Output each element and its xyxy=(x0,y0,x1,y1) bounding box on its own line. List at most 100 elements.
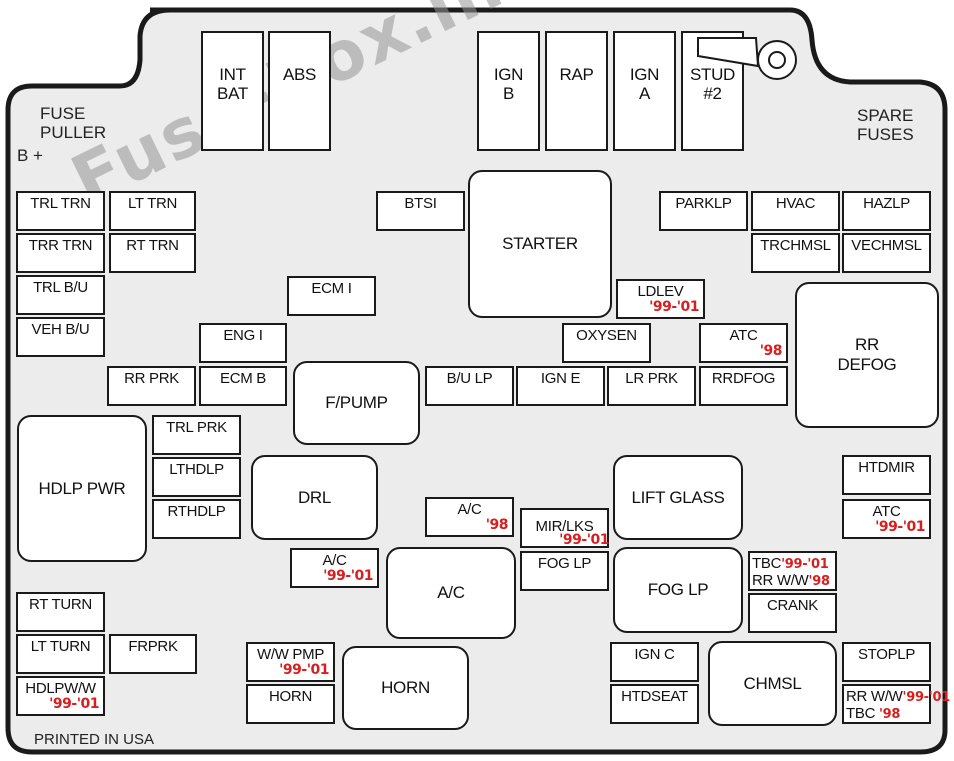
fuse-parklp[interactable]: PARKLP xyxy=(659,191,748,231)
fuse-label: RT TRN xyxy=(126,237,179,254)
fuse-frprk[interactable]: FRPRK xyxy=(109,634,197,674)
fuse-crank[interactable]: CRANK xyxy=(748,593,837,633)
fuse-atc-98[interactable]: ATC '98 xyxy=(699,323,788,363)
fuse-label: TRL PRK xyxy=(166,419,227,436)
fuse-htdseat[interactable]: HTDSEAT xyxy=(610,684,699,724)
fuse-vechmsl[interactable]: VECHMSL xyxy=(842,233,931,273)
fuse-label: IGN A xyxy=(629,65,660,103)
year-note: '98 xyxy=(485,517,509,533)
fuse-label: BTSI xyxy=(404,195,437,212)
maxi-fuse-ign-b[interactable]: IGN B xyxy=(477,31,540,151)
fuse-hazlp[interactable]: HAZLP xyxy=(842,191,931,231)
fuse-label: LTHDLP xyxy=(169,461,224,478)
fuse-label: STOPLP xyxy=(857,646,916,663)
fuse-label: ABS xyxy=(282,65,317,84)
fuse-rthdlp[interactable]: RTHDLP xyxy=(152,499,241,539)
fuse-label: LR PRK xyxy=(625,370,678,387)
fuse-trl-b-u[interactable]: TRL B/U xyxy=(16,275,105,315)
fuse-label: RR PRK xyxy=(124,370,179,387)
fuse-label: HTDSEAT xyxy=(621,688,688,705)
fuse-rt-trn[interactable]: RT TRN xyxy=(109,233,196,273)
fuse-rr-w-w-tbc[interactable]: RR W/W'99-'01 TBC '98 xyxy=(842,684,950,724)
fuse-label: PARKLP xyxy=(675,195,732,212)
fuse-label: TRL TRN xyxy=(30,195,91,212)
fuse-stoplp[interactable]: STOPLP xyxy=(842,642,931,682)
fuse-lthdlp[interactable]: LTHDLP xyxy=(152,457,241,497)
fuse-a-c-99-01[interactable]: A/C '99-'01 xyxy=(290,548,379,588)
relay-fog-lp[interactable]: FOG LP xyxy=(613,547,743,633)
fuse-label: RRDFOG xyxy=(711,370,776,387)
relay-label: HORN xyxy=(381,678,430,697)
fuse-label: STUD #2 xyxy=(689,65,736,103)
fuse-horn[interactable]: HORN xyxy=(246,684,335,724)
fuse-label: ECM I xyxy=(311,280,352,297)
fuse-a-c-98[interactable]: A/C '98 xyxy=(425,497,514,537)
fuse-ecm-b[interactable]: ECM B xyxy=(199,366,287,406)
relay-label: CHMSL xyxy=(743,673,802,693)
fuse-hdlpw-w[interactable]: HDLPW/W '99-'01 xyxy=(16,676,105,716)
maxi-fuse-ign-a[interactable]: IGN A xyxy=(613,31,676,151)
fuse-lr-prk[interactable]: LR PRK xyxy=(607,366,696,406)
fuse-label: B/U LP xyxy=(446,370,493,387)
fuse-trl-prk[interactable]: TRL PRK xyxy=(152,415,241,455)
fuse-ecm-i[interactable]: ECM I xyxy=(287,276,376,316)
fuse-rrdfog[interactable]: RRDFOG xyxy=(699,366,788,406)
maxi-fuse-abs[interactable]: ABS xyxy=(268,31,331,151)
fuse-lt-turn[interactable]: LT TURN xyxy=(16,634,105,674)
fuse-box-diagram: Fuse-Box.inFo FUSE PULLER B + SPARE FUSE… xyxy=(0,0,954,761)
maxi-fuse-rap[interactable]: RAP xyxy=(545,31,608,151)
fuse-trr-trn[interactable]: TRR TRN xyxy=(16,233,105,273)
fuse-btsi[interactable]: BTSI xyxy=(376,191,465,231)
fuse-htdmir[interactable]: HTDMIR xyxy=(842,455,931,495)
relay-label: LIFT GLASS xyxy=(631,487,725,507)
fuse-label: RT TURN xyxy=(29,596,92,613)
fuse-trchmsl[interactable]: TRCHMSL xyxy=(751,233,840,273)
fuse-eng-i[interactable]: ENG I xyxy=(199,323,287,363)
relay-horn[interactable]: HORN xyxy=(342,646,469,730)
fuse-ign-c[interactable]: IGN C xyxy=(610,642,699,682)
fuse-w-w-pmp[interactable]: W/W PMP '99-'01 xyxy=(246,642,335,682)
year-note: '99-'01 xyxy=(49,696,99,712)
relay-chmsl[interactable]: CHMSL xyxy=(708,641,837,726)
b-plus-label: B + xyxy=(17,146,43,165)
maxi-fuse-int-bat[interactable]: INT BAT xyxy=(201,31,264,151)
fuse-tbc-rr-w-w[interactable]: TBC'99-'01 RR W/W'98 xyxy=(748,551,837,591)
fuse-rt-turn[interactable]: RT TURN xyxy=(16,592,105,632)
fuse-label: ENG I xyxy=(223,327,263,344)
fuse-veh-b-u[interactable]: VEH B/U xyxy=(16,317,105,357)
relay-rr-defog[interactable]: RR DEFOG xyxy=(795,282,939,428)
fuse-label: ATC xyxy=(729,327,758,344)
fuse-label: FOG LP xyxy=(537,555,592,572)
fuse-fog-lp[interactable]: FOG LP xyxy=(520,551,609,591)
fuse-ign-e[interactable]: IGN E xyxy=(516,366,605,406)
relay-starter[interactable]: STARTER xyxy=(468,170,612,318)
relay-label: A/C xyxy=(437,583,465,602)
relay-label: HDLP PWR xyxy=(38,478,126,498)
relay-a-c[interactable]: A/C xyxy=(386,547,516,639)
fuse-atc-99-01[interactable]: ATC '99-'01 xyxy=(842,499,931,539)
fuse-b-u-lp[interactable]: B/U LP xyxy=(425,366,514,406)
fuse-label: TRCHMSL xyxy=(760,237,831,254)
fuse-label: A/C xyxy=(457,501,482,518)
fuse-label: RR W/W xyxy=(846,688,903,705)
fuse-trl-trn[interactable]: TRL TRN xyxy=(16,191,105,231)
year-note: '99-'01 xyxy=(902,690,951,705)
fuse-label: CRANK xyxy=(766,597,818,614)
fuse-label: A/C xyxy=(322,552,347,569)
fuse-label: VECHMSL xyxy=(851,237,922,254)
fuse-oxysen[interactable]: OXYSEN xyxy=(562,323,651,363)
fuse-label: IGN C xyxy=(634,646,675,663)
fuse-lt-trn[interactable]: LT TRN xyxy=(109,191,196,231)
relay-hdlp-pwr[interactable]: HDLP PWR xyxy=(17,415,147,562)
fuse-mir-lks[interactable]: MIR/LKS '99-'01 xyxy=(520,508,609,548)
fuse-hvac[interactable]: HVAC xyxy=(751,191,840,231)
fuse-puller-label: FUSE PULLER xyxy=(40,104,107,142)
relay-label: RR DEFOG xyxy=(837,335,897,374)
relay-drl[interactable]: DRL xyxy=(251,455,378,540)
relay-lift-glass[interactable]: LIFT GLASS xyxy=(613,455,743,540)
fuse-rr-prk[interactable]: RR PRK xyxy=(107,366,196,406)
fuse-label-row-2: TBC '98 xyxy=(846,706,929,723)
relay-f-pump[interactable]: F/PUMP xyxy=(293,361,420,445)
fuse-label: HORN xyxy=(269,688,312,705)
fuse-ldlev[interactable]: LDLEV '99-'01 xyxy=(616,279,705,319)
